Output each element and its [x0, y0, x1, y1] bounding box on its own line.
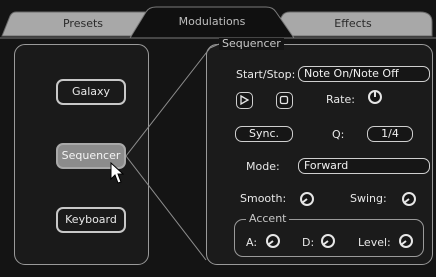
- mode-label: Mode:: [246, 160, 280, 173]
- accent-level-knob[interactable]: [398, 233, 414, 249]
- sequencer-title: Sequencer: [219, 38, 284, 50]
- q-label: Q:: [332, 128, 345, 141]
- accent-a-label: A:: [246, 236, 258, 249]
- quantize-select[interactable]: 1/4: [367, 126, 413, 142]
- accent-d-label: D:: [302, 236, 315, 249]
- accent-a-knob[interactable]: [265, 233, 281, 249]
- sync-button[interactable]: Sync.: [235, 126, 293, 142]
- play-button[interactable]: [236, 92, 253, 109]
- swing-label: Swing:: [350, 192, 387, 205]
- start-stop-label: Start/Stop:: [236, 68, 296, 81]
- swing-knob[interactable]: [401, 191, 417, 207]
- stop-button[interactable]: [276, 92, 293, 109]
- smooth-label: Smooth:: [240, 192, 287, 205]
- accent-title: Accent: [246, 213, 290, 225]
- mouse-cursor-icon: [110, 162, 125, 184]
- rate-knob[interactable]: [367, 89, 383, 105]
- mode-select[interactable]: Forward: [298, 158, 430, 174]
- accent-level-label: Level:: [358, 236, 391, 249]
- galaxy-button[interactable]: Galaxy: [56, 79, 126, 105]
- stop-icon: [279, 95, 289, 105]
- smooth-knob[interactable]: [299, 191, 315, 207]
- keyboard-button[interactable]: Keyboard: [56, 207, 126, 233]
- rate-label: Rate:: [326, 93, 355, 106]
- start-stop-select[interactable]: Note On/Note Off: [298, 66, 430, 82]
- play-icon: [240, 94, 250, 106]
- accent-d-knob[interactable]: [320, 233, 336, 249]
